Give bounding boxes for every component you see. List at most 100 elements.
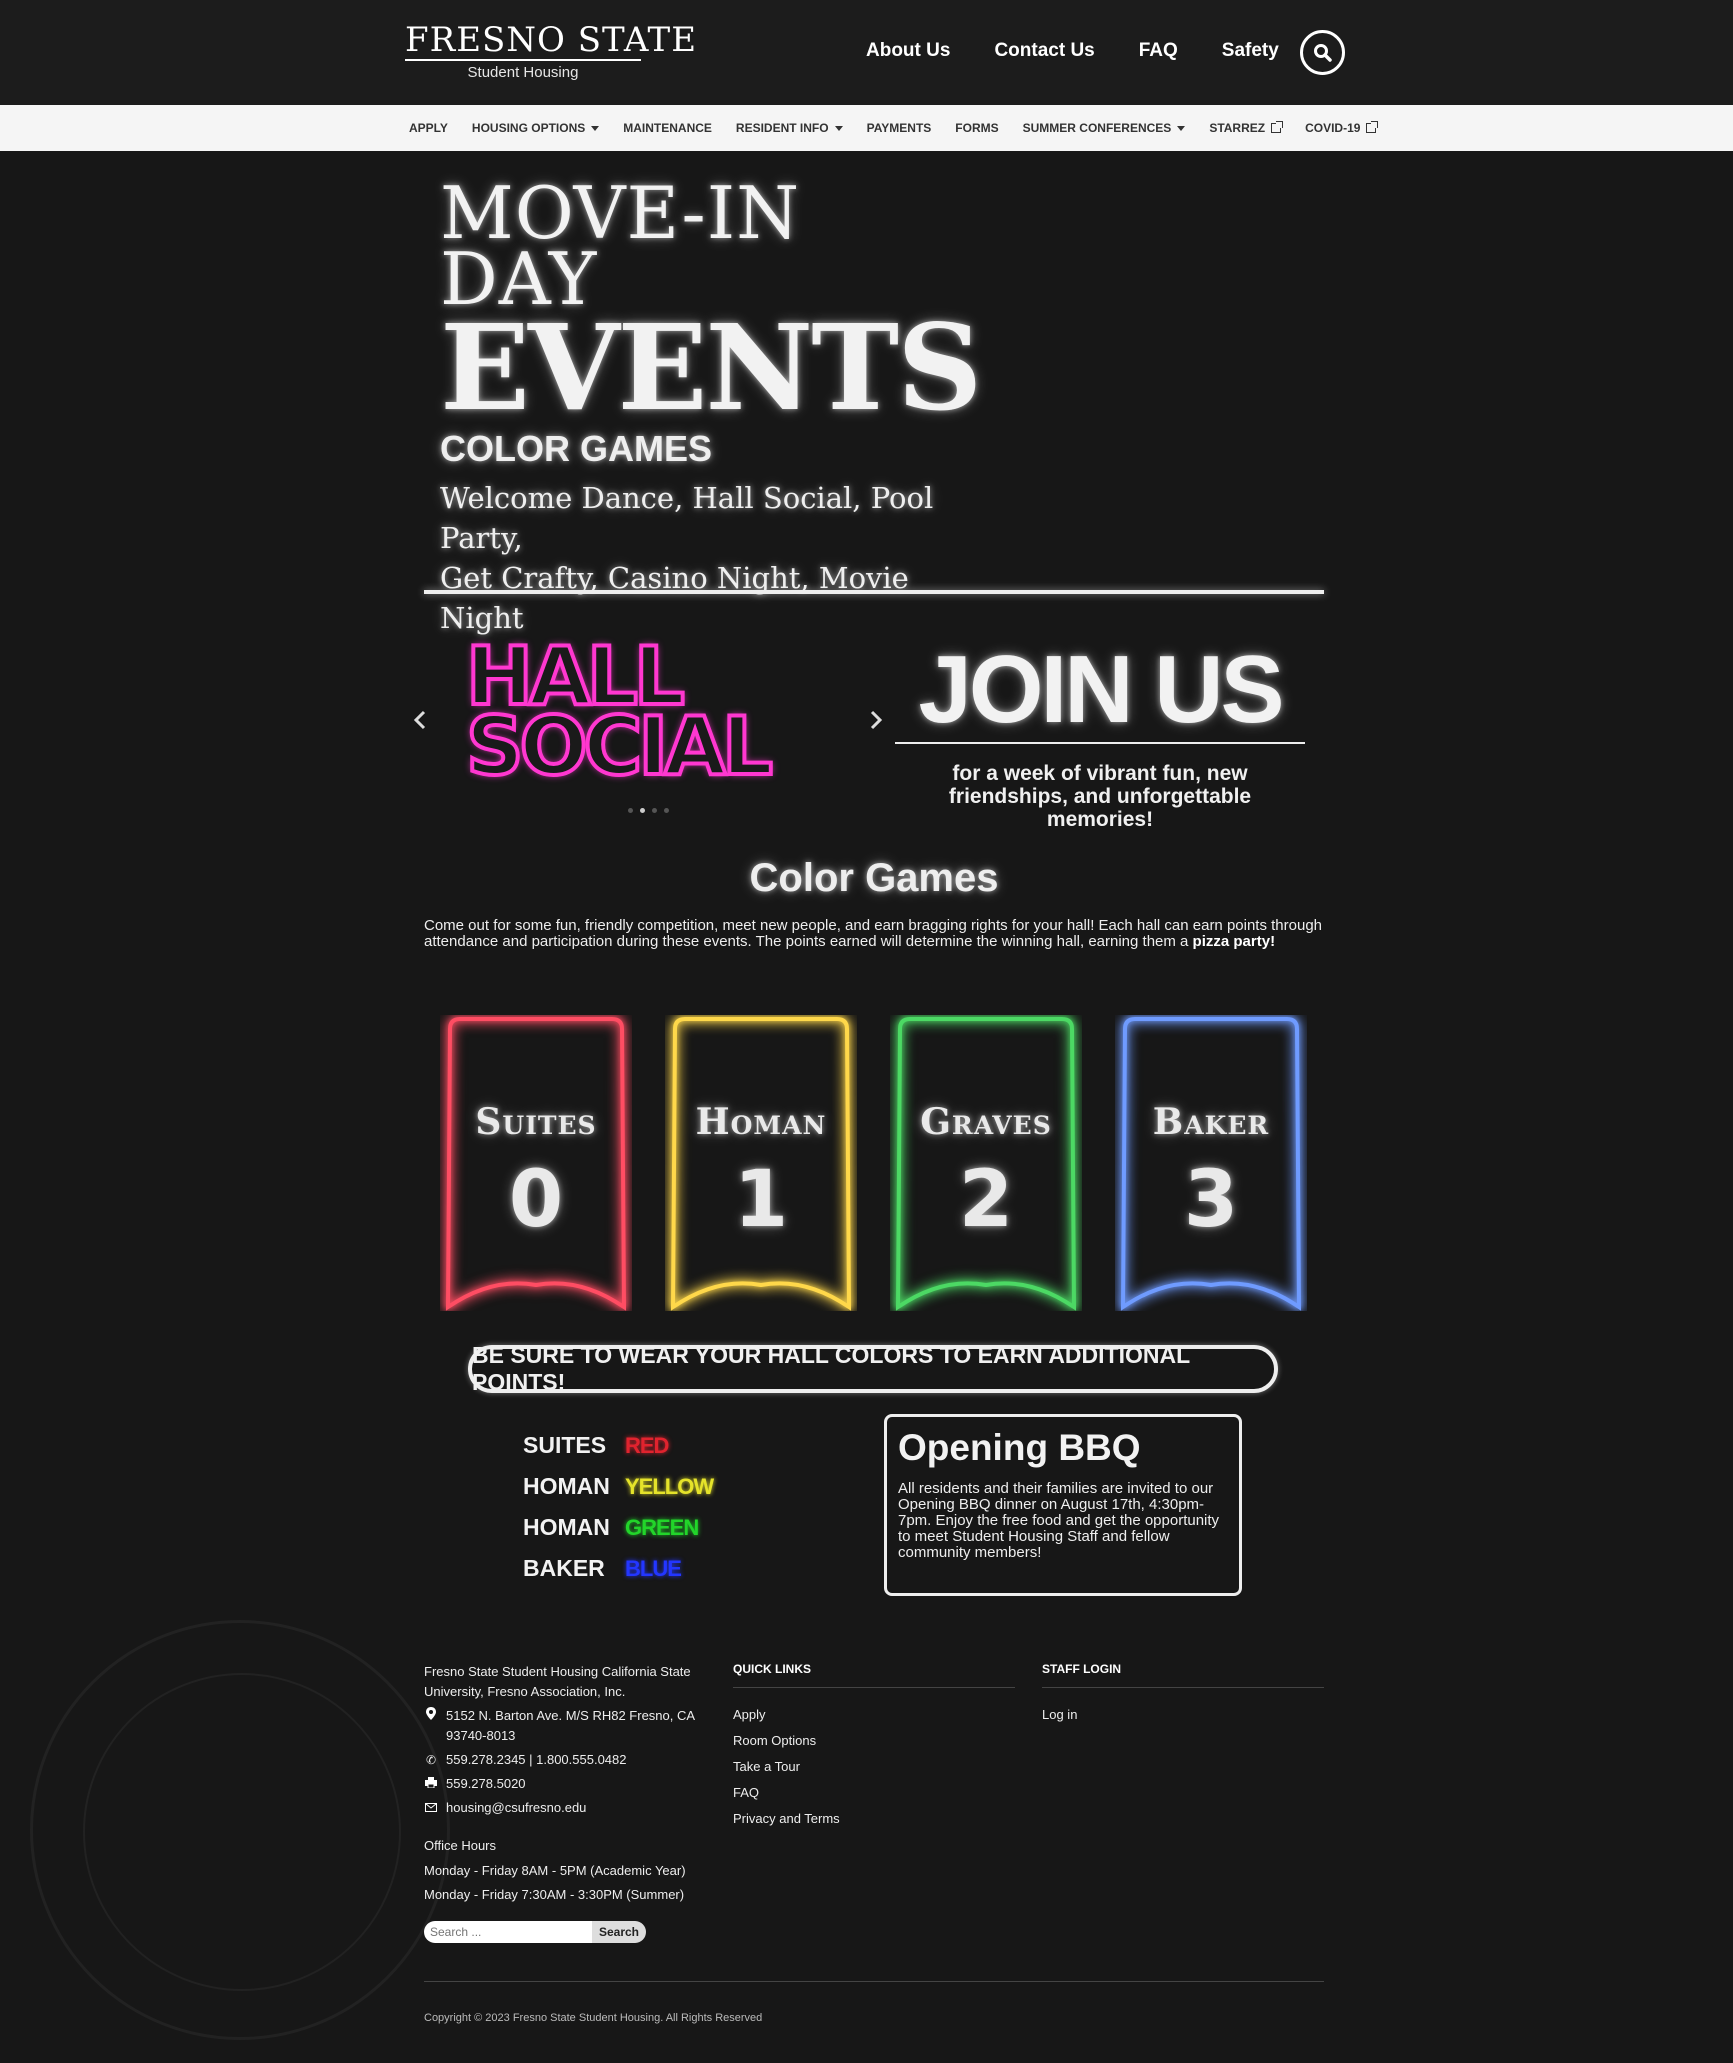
site-header: FRESNO STATE Student Housing About Us Co… <box>0 0 1733 105</box>
join-us-subtitle-line1: for a week of vibrant fun, new <box>952 762 1248 785</box>
quick-link-take-a-tour[interactable]: Take a Tour <box>733 1754 1015 1780</box>
hall-name: HOMAN <box>523 1514 610 1540</box>
subnav-item-resident-info[interactable]: RESIDENT INFO <box>736 121 843 135</box>
hall-banner-baker: Baker 3 <box>1115 1015 1307 1311</box>
subnav-item-starrez[interactable]: STARREZ <box>1209 121 1284 135</box>
hall-banner-homan: Homan 1 <box>665 1015 857 1311</box>
banner-hall-score: 2 <box>958 1155 1014 1245</box>
subnav-item-covid-19[interactable]: COVID-19 <box>1305 121 1379 135</box>
external-link-icon <box>1366 121 1379 133</box>
fax-icon <box>424 1774 438 1794</box>
office-hours-academic: Monday - Friday 8AM - 5PM (Academic Year… <box>424 1863 686 1878</box>
footer-contact: Fresno State Student Housing California … <box>424 1662 724 1943</box>
subnav-item-label: FORMS <box>955 121 999 135</box>
hall-name: HOMAN <box>523 1473 610 1499</box>
page: FRESNO STATE Student Housing About Us Co… <box>0 0 1733 2063</box>
banner-hall-score: 3 <box>1183 1155 1239 1245</box>
subnav-item-housing-options[interactable]: HOUSING OPTIONS <box>471 121 600 135</box>
hall-color-row: BAKER BLUE <box>523 1548 713 1589</box>
chevron-left-icon <box>413 710 426 730</box>
footer-search-button[interactable]: Search <box>592 1921 646 1943</box>
footer-fax-row: 559.278.5020 <box>424 1774 724 1794</box>
banner-hall-name: Baker <box>1152 1101 1270 1143</box>
footer-search-input[interactable] <box>424 1921 592 1943</box>
subnav-item-apply[interactable]: APPLY <box>409 121 448 135</box>
carousel-slide: HALL SOCIAL <box>464 635 796 793</box>
staff-login-heading: STAFF LOGIN <box>1042 1662 1324 1688</box>
hall-color-name: RED <box>625 1432 669 1458</box>
search-button[interactable] <box>1300 30 1345 75</box>
nav-about-us[interactable]: About Us <box>866 40 950 62</box>
banner-hall-score: 1 <box>733 1155 789 1245</box>
footer-fax: 559.278.5020 <box>446 1776 526 1791</box>
main-nav: About Us Contact Us FAQ Safety <box>866 40 1323 62</box>
hall-colors-list: SUITES RED HOMAN YELLOW HOMAN GREEN BAKER BLUE <box>523 1425 714 1589</box>
quick-links-list: Apply Room Options Take a Tour FAQ Privacy a… <box>733 1702 1015 1832</box>
caret-down-icon <box>834 125 843 131</box>
caret-down-icon <box>1177 125 1186 131</box>
hall-color-name: GREEN <box>625 1514 699 1540</box>
subnav-item-label: COVID-19 <box>1305 121 1361 135</box>
quick-link-room-options[interactable]: Room Options <box>733 1728 1015 1754</box>
hero-line-events: EVENTS <box>440 298 982 437</box>
staff-link-log-in[interactable]: Log in <box>1042 1702 1324 1728</box>
banner-hall-score: 0 <box>508 1155 564 1245</box>
envelope-icon <box>424 1798 438 1818</box>
bbq-title: Opening BBQ <box>898 1427 1141 1468</box>
subnav-item-label: STARREZ <box>1209 121 1266 135</box>
chevron-right-icon <box>870 710 883 730</box>
footer-phone-row: ✆ 559.278.2345 | 1.800.555.0482 <box>424 1750 724 1770</box>
nav-faq[interactable]: FAQ <box>1139 40 1178 62</box>
hall-name: BAKER <box>523 1555 605 1581</box>
external-link-icon <box>1271 121 1284 133</box>
footer-email-row: housing@csufresno.edu <box>424 1798 724 1818</box>
carousel-dot[interactable] <box>640 808 645 813</box>
footer-address-row: 5152 N. Barton Ave. M/S RH82 Fresno, CA … <box>424 1706 724 1746</box>
caret-down-icon <box>591 125 600 131</box>
banner-hall-name: Graves <box>920 1101 1052 1143</box>
footer-phone[interactable]: 559.278.2345 | 1.800.555.0482 <box>446 1750 627 1770</box>
quick-link-apply[interactable]: Apply <box>733 1702 1015 1728</box>
phone-icon: ✆ <box>425 1753 437 1767</box>
subnav-item-summer-conferences[interactable]: SUMMER CONFERENCES <box>1023 121 1186 135</box>
subnav-item-label: PAYMENTS <box>866 121 932 135</box>
color-games-description-text: Come out for some fun, friendly competit… <box>424 917 1323 950</box>
join-us-title: JOIN US <box>918 636 1284 743</box>
quick-link-privacy-and-terms[interactable]: Privacy and Terms <box>733 1806 1015 1832</box>
subnav-item-payments[interactable]: PAYMENTS <box>867 121 932 135</box>
footer-search: Search <box>424 1921 724 1943</box>
carousel-indicators <box>628 808 669 813</box>
quick-link-faq[interactable]: FAQ <box>733 1780 1015 1806</box>
logo-wordmark: FRESNO STATE <box>405 20 698 60</box>
subnav-item-label: SUMMER CONFERENCES <box>1022 121 1172 135</box>
opening-bbq-card: Opening BBQ All residents and their fami… <box>884 1414 1242 1596</box>
slide-title-line2: SOCIAL <box>464 700 775 793</box>
carousel-next-button[interactable] <box>856 700 896 740</box>
carousel-dot[interactable] <box>628 808 633 813</box>
subnav-item-forms[interactable]: FORMS <box>955 121 998 135</box>
subnav-item-maintenance[interactable]: MAINTENANCE <box>623 121 712 135</box>
hall-color-row: SUITES RED <box>523 1425 713 1466</box>
nav-safety[interactable]: Safety <box>1222 40 1279 62</box>
color-games-description: Come out for some fun, friendly competit… <box>424 918 1334 950</box>
footer-divider <box>424 1981 1324 1982</box>
nav-contact-us[interactable]: Contact Us <box>994 40 1094 62</box>
hall-name: SUITES <box>523 1432 607 1458</box>
carousel-dot[interactable] <box>664 808 669 813</box>
office-hours-title: Office Hours <box>424 1838 497 1853</box>
footer-address: 5152 N. Barton Ave. M/S RH82 Fresno, CA … <box>446 1708 695 1743</box>
footer-quick-links: QUICK LINKS Apply Room Options Take a Tour… <box>733 1662 1015 1832</box>
fresno-state-logo[interactable]: FRESNO STATE Student Housing <box>405 20 698 81</box>
footer-email[interactable]: housing@csufresno.edu <box>446 1798 586 1818</box>
color-games-prize: pizza party! <box>1192 933 1276 950</box>
office-hours-summer: Monday - Friday 7:30AM - 3:30PM (Summer) <box>424 1887 685 1902</box>
join-us-subtitle-line2: friendships, and unforgettable memories! <box>948 785 1252 831</box>
carousel-prev-button[interactable] <box>400 700 440 740</box>
search-icon <box>1313 43 1332 62</box>
join-us-subtitle: for a week of vibrant fun, new friendshi… <box>895 762 1305 831</box>
hero-event-list: Welcome Dance, Hall Social, Pool Party, … <box>440 478 1000 638</box>
color-games-title: Color Games <box>749 856 999 900</box>
hero-divider <box>424 590 1324 594</box>
carousel-dot[interactable] <box>652 808 657 813</box>
subnav-item-label: HOUSING OPTIONS <box>471 121 586 135</box>
